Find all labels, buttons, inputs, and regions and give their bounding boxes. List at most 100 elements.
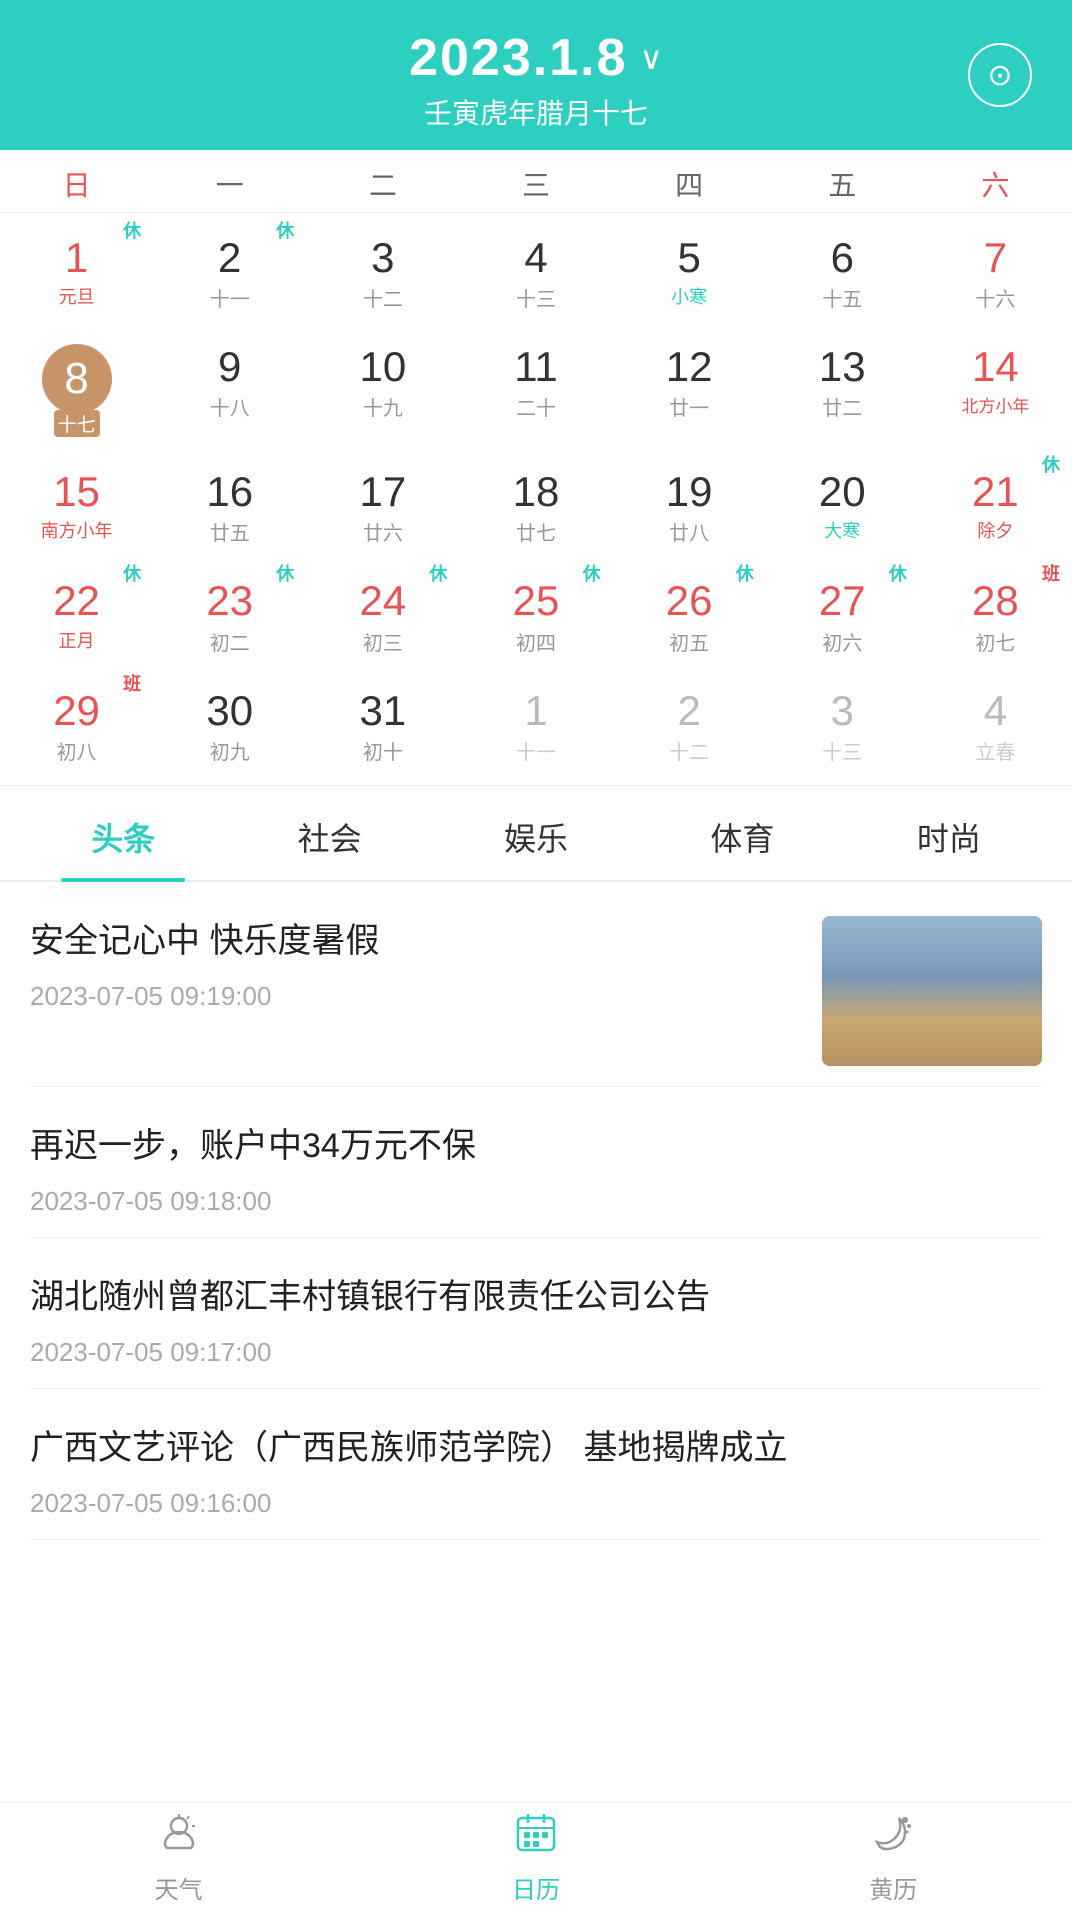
day-lunar: 十三 <box>822 736 862 765</box>
header-date-block: 2023.1.8 ∨ 壬寅虎年腊月十七 <box>409 28 663 132</box>
holiday-badge: 休 <box>123 217 141 243</box>
tab-yule[interactable]: 娱乐 <box>433 786 639 880</box>
news-title-3: 湖北随州曾都汇丰村镇银行有限责任公司公告 <box>30 1272 1042 1323</box>
cal-day-19[interactable]: 19 廿八 <box>613 447 766 556</box>
nav-weather[interactable]: 天气 <box>0 1810 357 1905</box>
day-number: 27 <box>819 578 866 624</box>
tab-shehui[interactable]: 社会 <box>226 786 432 880</box>
cal-day-17[interactable]: 17 廿六 <box>306 447 459 556</box>
day-lunar: 十九 <box>363 392 403 421</box>
cal-day-next-3[interactable]: 3 十三 <box>766 666 919 775</box>
cal-day-8-today[interactable]: 8 十七 <box>0 322 153 447</box>
cal-day-23[interactable]: 休 23 初二 <box>153 556 306 665</box>
day-lunar: 初四 <box>516 627 556 656</box>
day-lunar: 初七 <box>975 627 1015 656</box>
news-title-2: 再迟一步，账户中34万元不保 <box>30 1121 1042 1172</box>
holiday-badge: 休 <box>1042 451 1060 477</box>
day-number: 26 <box>666 578 713 624</box>
weather-icon <box>157 1810 201 1864</box>
day-number: 5 <box>677 235 700 281</box>
news-item-2[interactable]: 再迟一步，账户中34万元不保 2023-07-05 09:18:00 <box>30 1087 1042 1238</box>
cal-day-18[interactable]: 18 廿七 <box>459 447 612 556</box>
cal-day-13[interactable]: 13 廿二 <box>766 322 919 447</box>
bottom-nav: 天气 日历 黄历 <box>0 1802 1072 1912</box>
day-number: 1 <box>65 235 88 281</box>
cal-day-16[interactable]: 16 廿五 <box>153 447 306 556</box>
day-lunar: 十一 <box>516 736 556 765</box>
cal-day-5[interactable]: 5 小寒 <box>613 213 766 322</box>
news-item-text-1: 安全记心中 快乐度暑假 2023-07-05 09:19:00 <box>30 916 802 1012</box>
cal-day-22[interactable]: 休 22 正月 <box>0 556 153 665</box>
tab-tiyu[interactable]: 体育 <box>639 786 845 880</box>
day-lunar: 廿一 <box>669 392 709 421</box>
day-lunar: 十三 <box>516 283 556 312</box>
news-item-4[interactable]: 广西文艺评论（广西民族师范学院） 基地揭牌成立 2023-07-05 09:16… <box>30 1389 1042 1540</box>
chevron-down-icon[interactable]: ∨ <box>640 39 663 77</box>
cal-day-11[interactable]: 11 二十 <box>459 322 612 447</box>
cal-day-29[interactable]: 班 29 初八 <box>0 666 153 775</box>
day-number: 2 <box>677 688 700 734</box>
cal-day-12[interactable]: 12 廿一 <box>613 322 766 447</box>
cal-day-21[interactable]: 休 21 除夕 <box>919 447 1072 556</box>
news-time-3: 2023-07-05 09:17:00 <box>30 1337 1042 1368</box>
day-lunar: 小寒 <box>671 283 707 309</box>
nav-calendar[interactable]: 日历 <box>357 1810 714 1905</box>
cal-day-next-2[interactable]: 2 十二 <box>613 666 766 775</box>
day-number: 9 <box>218 344 241 390</box>
cal-day-28[interactable]: 班 28 初七 <box>919 556 1072 665</box>
cal-day-14[interactable]: 14 北方小年 <box>919 322 1072 447</box>
nav-almanac[interactable]: 黄历 <box>715 1810 1072 1905</box>
day-number: 10 <box>359 344 406 390</box>
holiday-badge: 休 <box>123 560 141 586</box>
weekday-tue: 二 <box>306 164 459 204</box>
day-number: 11 <box>514 344 558 390</box>
moon-icon <box>871 1810 915 1864</box>
news-time-1: 2023-07-05 09:19:00 <box>30 981 802 1012</box>
cal-day-1[interactable]: 休 1 元旦 <box>0 213 153 322</box>
day-lunar: 十一 <box>210 283 250 312</box>
day-lunar: 十六 <box>975 283 1015 312</box>
tab-shishang[interactable]: 时尚 <box>846 786 1052 880</box>
cal-day-27[interactable]: 休 27 初六 <box>766 556 919 665</box>
calendar: 日 一 二 三 四 五 六 休 1 元旦 休 2 十一 3 十二 4 十三 5 … <box>0 150 1072 786</box>
holiday-badge: 休 <box>276 560 294 586</box>
calendar-icon <box>514 1810 558 1864</box>
today-button[interactable]: ⊙ <box>968 43 1032 107</box>
cal-day-10[interactable]: 10 十九 <box>306 322 459 447</box>
day-lunar: 廿八 <box>669 517 709 546</box>
day-lunar: 廿二 <box>822 392 862 421</box>
day-number: 4 <box>984 688 1007 734</box>
weekday-wed: 三 <box>459 164 612 204</box>
news-item-3[interactable]: 湖北随州曾都汇丰村镇银行有限责任公司公告 2023-07-05 09:17:00 <box>30 1238 1042 1389</box>
cal-day-4[interactable]: 4 十三 <box>459 213 612 322</box>
cal-day-2[interactable]: 休 2 十一 <box>153 213 306 322</box>
day-number: 24 <box>359 578 406 624</box>
nav-weather-label: 天气 <box>155 1870 203 1905</box>
nav-calendar-label: 日历 <box>512 1870 560 1905</box>
day-number: 30 <box>206 688 253 734</box>
cal-day-24[interactable]: 休 24 初三 <box>306 556 459 665</box>
cal-day-31[interactable]: 31 初十 <box>306 666 459 775</box>
cal-day-3[interactable]: 3 十二 <box>306 213 459 322</box>
cal-day-20[interactable]: 20 大寒 <box>766 447 919 556</box>
cal-day-7[interactable]: 7 十六 <box>919 213 1072 322</box>
news-thumbnail-1 <box>822 916 1042 1066</box>
day-lunar: 除夕 <box>977 517 1013 543</box>
cal-day-30[interactable]: 30 初九 <box>153 666 306 775</box>
cal-day-6[interactable]: 6 十五 <box>766 213 919 322</box>
cal-day-15[interactable]: 15 南方小年 <box>0 447 153 556</box>
cal-day-next-1[interactable]: 1 十一 <box>459 666 612 775</box>
cal-day-9[interactable]: 9 十八 <box>153 322 306 447</box>
weekday-sat: 六 <box>919 164 1072 204</box>
day-number: 3 <box>831 688 854 734</box>
weekday-sun: 日 <box>0 164 153 204</box>
day-number: 19 <box>666 469 713 515</box>
day-number: 8 <box>42 344 112 414</box>
cal-day-26[interactable]: 休 26 初五 <box>613 556 766 665</box>
tab-toutiao[interactable]: 头条 <box>20 786 226 880</box>
news-item-1[interactable]: 安全记心中 快乐度暑假 2023-07-05 09:19:00 <box>30 882 1042 1087</box>
holiday-badge: 休 <box>276 217 294 243</box>
day-number: 12 <box>666 344 713 390</box>
cal-day-25[interactable]: 休 25 初四 <box>459 556 612 665</box>
cal-day-next-4[interactable]: 4 立春 <box>919 666 1072 775</box>
